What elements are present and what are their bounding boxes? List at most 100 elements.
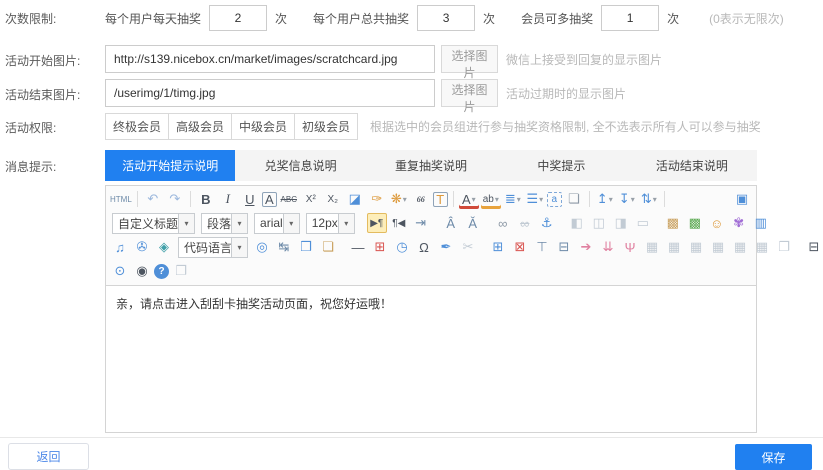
doc-icon[interactable]: ❐: [774, 237, 794, 257]
html-source-icon[interactable]: HTML: [110, 189, 132, 209]
paragraph-spacing-bottom-icon[interactable]: ↧▾: [617, 189, 637, 209]
table-op-icon[interactable]: ▦: [642, 237, 662, 257]
undo-icon[interactable]: ↶: [143, 189, 163, 209]
merge-cells-icon[interactable]: ⊟: [554, 237, 574, 257]
anchor-icon[interactable]: ⚓: [537, 213, 557, 233]
emotion-icon[interactable]: ☺: [707, 213, 727, 233]
redo-icon[interactable]: ↷: [165, 189, 185, 209]
table-op-icon[interactable]: ▦: [686, 237, 706, 257]
italic-icon[interactable]: I: [218, 189, 238, 209]
attachment-icon[interactable]: ✇: [132, 237, 152, 257]
snapscreen-icon[interactable]: ✂: [458, 237, 478, 257]
horizontal-rule-icon[interactable]: —: [348, 237, 368, 257]
template-icon[interactable]: ❒: [296, 237, 316, 257]
paragraph-select[interactable]: 段落▾: [201, 213, 248, 234]
clear-doc-icon[interactable]: ❏: [564, 189, 584, 209]
insert-map-icon[interactable]: ◈: [154, 237, 174, 257]
tab-activity-end-message[interactable]: 活动结束说明: [627, 150, 757, 181]
tab-activity-start-message[interactable]: 活动开始提示说明: [105, 150, 235, 181]
insert-time-icon[interactable]: ◷: [392, 237, 412, 257]
superscript-icon[interactable]: X²: [301, 189, 321, 209]
back-button[interactable]: 返回: [8, 443, 89, 470]
tab-win-message[interactable]: 中奖提示: [496, 150, 626, 181]
underline-icon[interactable]: U: [240, 189, 260, 209]
rtl-icon[interactable]: ¶◀: [389, 213, 409, 233]
special-char-icon[interactable]: Ω: [414, 237, 434, 257]
member-extra-draw-input[interactable]: [601, 5, 659, 31]
total-draw-input[interactable]: [417, 5, 475, 31]
font-family-select[interactable]: arial▾: [254, 213, 300, 234]
member-option-senior[interactable]: 高级会员: [168, 113, 232, 140]
editor-content[interactable]: 亲，请点击进入刮刮卡抽奖活动页面，祝您好运哦！: [106, 286, 756, 321]
strikethrough-icon[interactable]: ABC: [279, 189, 299, 209]
font-border-icon[interactable]: A: [262, 192, 277, 207]
eraser-icon[interactable]: ◪: [345, 189, 365, 209]
image-align-right-icon[interactable]: ◨: [611, 213, 631, 233]
pagebreak-icon[interactable]: ↹: [274, 237, 294, 257]
preview-icon[interactable]: ⊙: [110, 261, 130, 281]
chevron-down-icon: ▾: [631, 195, 635, 204]
formula-icon[interactable]: ✒: [436, 237, 456, 257]
table-op-icon[interactable]: ▦: [664, 237, 684, 257]
lowercase-icon[interactable]: Ǎ: [463, 213, 483, 233]
font-size-select[interactable]: 12px▾: [306, 213, 355, 234]
insert-video-icon[interactable]: ▥: [751, 213, 771, 233]
bold-icon[interactable]: B: [196, 189, 216, 209]
code-language-select[interactable]: 代码语言▾: [178, 237, 248, 258]
start-image-pick-button[interactable]: 选择图片: [441, 45, 498, 73]
paste-text-icon[interactable]: T: [433, 192, 448, 207]
link-icon[interactable]: ∞: [493, 213, 513, 233]
print-icon[interactable]: ⊟: [804, 237, 823, 257]
font-color-icon[interactable]: A▾: [459, 189, 479, 209]
split-cells-icon[interactable]: Ψ: [620, 237, 640, 257]
insert-date-icon[interactable]: ⊞: [370, 237, 390, 257]
image-align-center-icon[interactable]: ◫: [589, 213, 609, 233]
paragraph-spacing-top-icon[interactable]: ↥▾: [595, 189, 615, 209]
ltr-icon[interactable]: ▶¶: [367, 213, 387, 233]
autotypeset-icon[interactable]: ❋▾: [389, 189, 409, 209]
table-op-icon[interactable]: ▦: [752, 237, 772, 257]
fullscreen-icon[interactable]: ▣: [732, 189, 752, 209]
insert-row-icon[interactable]: ➔: [576, 237, 596, 257]
line-height-icon[interactable]: ⇅▾: [639, 189, 659, 209]
heading-select[interactable]: 自定义标题▾: [112, 213, 195, 234]
format-brush-icon[interactable]: ✑: [367, 189, 387, 209]
tab-repeat-draw-message[interactable]: 重复抽奖说明: [366, 150, 496, 181]
start-image-input[interactable]: [105, 45, 435, 73]
paragraph-indent-icon[interactable]: ⇥: [411, 213, 431, 233]
image-manager-icon[interactable]: ❏: [318, 237, 338, 257]
highlight-color-icon[interactable]: ab▾: [481, 189, 501, 209]
uppercase-icon[interactable]: Â: [441, 213, 461, 233]
tab-redeem-info-message[interactable]: 兑奖信息说明: [235, 150, 365, 181]
music-icon[interactable]: ♫: [110, 237, 130, 257]
end-image-pick-button[interactable]: 选择图片: [441, 79, 498, 107]
image-align-left-icon[interactable]: ◧: [567, 213, 587, 233]
ordered-list-icon[interactable]: ≣▾: [503, 189, 523, 209]
select-all-icon[interactable]: a: [547, 192, 562, 207]
help-icon[interactable]: ?: [154, 264, 169, 279]
insert-image-icon[interactable]: ▩: [663, 213, 683, 233]
insert-col-icon[interactable]: ⇊: [598, 237, 618, 257]
find-replace-icon[interactable]: ◉: [132, 261, 152, 281]
table-op-icon[interactable]: ▦: [730, 237, 750, 257]
delete-table-icon[interactable]: ⊠: [510, 237, 530, 257]
subscript-icon[interactable]: X₂: [323, 189, 343, 209]
scrawl-icon[interactable]: ✾: [729, 213, 749, 233]
member-option-intermediate[interactable]: 中级会员: [231, 113, 295, 140]
member-option-junior[interactable]: 初级会员: [294, 113, 358, 140]
web-image-icon[interactable]: ▩: [685, 213, 705, 233]
table-caption-icon[interactable]: ⊤: [532, 237, 552, 257]
daily-draw-input[interactable]: [209, 5, 267, 31]
blockquote-icon[interactable]: 66: [411, 189, 431, 209]
web-app-icon[interactable]: ◎: [252, 237, 272, 257]
insert-table-icon[interactable]: ⊞: [488, 237, 508, 257]
end-image-input[interactable]: [105, 79, 435, 107]
table-op-icon[interactable]: ▦: [708, 237, 728, 257]
unlink-icon[interactable]: ∞: [515, 213, 535, 233]
unordered-list-icon[interactable]: ☰▾: [525, 189, 545, 209]
clipboard-icon[interactable]: ❐: [171, 261, 191, 281]
image-align-none-icon[interactable]: ▭: [633, 213, 653, 233]
chevron-down-icon: ▾: [283, 214, 299, 233]
save-button[interactable]: 保存: [735, 444, 812, 470]
member-option-ultimate[interactable]: 终极会员: [105, 113, 169, 140]
